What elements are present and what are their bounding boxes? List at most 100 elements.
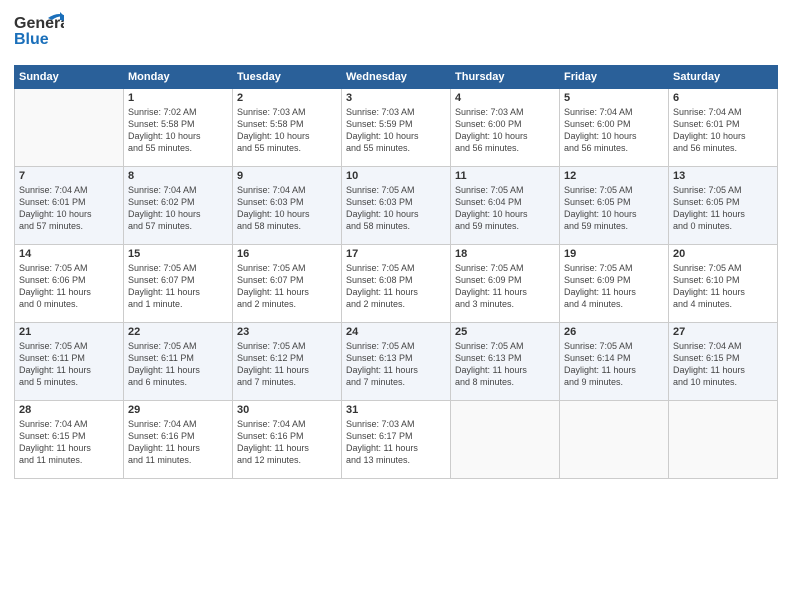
day-number: 30 bbox=[237, 404, 337, 416]
day-info: Sunrise: 7:04 AM Sunset: 6:03 PM Dayligh… bbox=[237, 184, 337, 233]
calendar-cell bbox=[560, 401, 669, 479]
calendar-cell bbox=[15, 89, 124, 167]
day-number: 23 bbox=[237, 326, 337, 338]
calendar-cell: 27 Sunrise: 7:04 AM Sunset: 6:15 PM Dayli… bbox=[669, 323, 778, 401]
day-info: Sunrise: 7:05 AM Sunset: 6:10 PM Dayligh… bbox=[673, 262, 773, 311]
day-info: Sunrise: 7:04 AM Sunset: 6:00 PM Dayligh… bbox=[564, 106, 664, 155]
calendar-cell bbox=[669, 401, 778, 479]
day-number: 27 bbox=[673, 326, 773, 338]
day-info: Sunrise: 7:05 AM Sunset: 6:03 PM Dayligh… bbox=[346, 184, 446, 233]
day-info: Sunrise: 7:05 AM Sunset: 6:13 PM Dayligh… bbox=[455, 340, 555, 389]
calendar-cell: 1Sunrise: 7:02 AM Sunset: 5:58 PM Daylig… bbox=[124, 89, 233, 167]
day-number: 21 bbox=[19, 326, 119, 338]
col-header-wednesday: Wednesday bbox=[342, 66, 451, 89]
day-info: Sunrise: 7:05 AM Sunset: 6:09 PM Dayligh… bbox=[455, 262, 555, 311]
calendar-header: SundayMondayTuesdayWednesdayThursdayFrid… bbox=[15, 66, 778, 89]
day-number: 28 bbox=[19, 404, 119, 416]
week-row-4: 21 Sunrise: 7:05 AM Sunset: 6:11 PM Dayli… bbox=[15, 323, 778, 401]
day-number: 10 bbox=[346, 170, 446, 182]
calendar-cell: 20 Sunrise: 7:05 AM Sunset: 6:10 PM Dayli… bbox=[669, 245, 778, 323]
col-header-thursday: Thursday bbox=[451, 66, 560, 89]
calendar-cell: 3Sunrise: 7:03 AM Sunset: 5:59 PM Daylig… bbox=[342, 89, 451, 167]
calendar-cell: 24 Sunrise: 7:05 AM Sunset: 6:13 PM Dayli… bbox=[342, 323, 451, 401]
day-number: 8 bbox=[128, 170, 228, 182]
day-number: 9 bbox=[237, 170, 337, 182]
day-info: Sunrise: 7:04 AM Sunset: 6:16 PM Dayligh… bbox=[128, 418, 228, 467]
day-info: Sunrise: 7:03 AM Sunset: 6:17 PM Dayligh… bbox=[346, 418, 446, 467]
col-header-monday: Monday bbox=[124, 66, 233, 89]
day-number: 16 bbox=[237, 248, 337, 260]
calendar-cell: 19Sunrise: 7:05 AM Sunset: 6:09 PM Dayli… bbox=[560, 245, 669, 323]
day-number: 13 bbox=[673, 170, 773, 182]
svg-text:Blue: Blue bbox=[14, 31, 49, 48]
day-number: 2 bbox=[237, 92, 337, 104]
day-info: Sunrise: 7:05 AM Sunset: 6:06 PM Dayligh… bbox=[19, 262, 119, 311]
calendar-cell: 2Sunrise: 7:03 AM Sunset: 5:58 PM Daylig… bbox=[233, 89, 342, 167]
logo-icon: General Blue bbox=[14, 10, 64, 52]
calendar-cell: 17 Sunrise: 7:05 AM Sunset: 6:08 PM Dayli… bbox=[342, 245, 451, 323]
day-number: 25 bbox=[455, 326, 555, 338]
calendar-cell: 7Sunrise: 7:04 AM Sunset: 6:01 PM Daylig… bbox=[15, 167, 124, 245]
day-number: 19 bbox=[564, 248, 664, 260]
day-info: Sunrise: 7:05 AM Sunset: 6:14 PM Dayligh… bbox=[564, 340, 664, 389]
header: General Blue bbox=[14, 10, 778, 57]
day-number: 29 bbox=[128, 404, 228, 416]
day-info: Sunrise: 7:05 AM Sunset: 6:08 PM Dayligh… bbox=[346, 262, 446, 311]
day-number: 18 bbox=[455, 248, 555, 260]
day-info: Sunrise: 7:05 AM Sunset: 6:13 PM Dayligh… bbox=[346, 340, 446, 389]
day-info: Sunrise: 7:03 AM Sunset: 5:59 PM Dayligh… bbox=[346, 106, 446, 155]
day-number: 31 bbox=[346, 404, 446, 416]
day-number: 6 bbox=[673, 92, 773, 104]
day-number: 11 bbox=[455, 170, 555, 182]
calendar-cell: 16 Sunrise: 7:05 AM Sunset: 6:07 PM Dayli… bbox=[233, 245, 342, 323]
day-info: Sunrise: 7:05 AM Sunset: 6:12 PM Dayligh… bbox=[237, 340, 337, 389]
calendar-cell: 25 Sunrise: 7:05 AM Sunset: 6:13 PM Dayli… bbox=[451, 323, 560, 401]
calendar-cell: 5Sunrise: 7:04 AM Sunset: 6:00 PM Daylig… bbox=[560, 89, 669, 167]
day-info: Sunrise: 7:04 AM Sunset: 6:15 PM Dayligh… bbox=[673, 340, 773, 389]
week-row-5: 28Sunrise: 7:04 AM Sunset: 6:15 PM Dayli… bbox=[15, 401, 778, 479]
calendar-cell: 23 Sunrise: 7:05 AM Sunset: 6:12 PM Dayli… bbox=[233, 323, 342, 401]
calendar-cell: 9 Sunrise: 7:04 AM Sunset: 6:03 PM Daylig… bbox=[233, 167, 342, 245]
day-number: 24 bbox=[346, 326, 446, 338]
day-number: 15 bbox=[128, 248, 228, 260]
calendar-cell: 8 Sunrise: 7:04 AM Sunset: 6:02 PM Daylig… bbox=[124, 167, 233, 245]
day-info: Sunrise: 7:05 AM Sunset: 6:07 PM Dayligh… bbox=[128, 262, 228, 311]
col-header-sunday: Sunday bbox=[15, 66, 124, 89]
calendar-cell: 29 Sunrise: 7:04 AM Sunset: 6:16 PM Dayli… bbox=[124, 401, 233, 479]
day-info: Sunrise: 7:05 AM Sunset: 6:11 PM Dayligh… bbox=[19, 340, 119, 389]
calendar-cell: 28Sunrise: 7:04 AM Sunset: 6:15 PM Dayli… bbox=[15, 401, 124, 479]
week-row-3: 14 Sunrise: 7:05 AM Sunset: 6:06 PM Dayli… bbox=[15, 245, 778, 323]
day-info: Sunrise: 7:05 AM Sunset: 6:11 PM Dayligh… bbox=[128, 340, 228, 389]
calendar-body: 1Sunrise: 7:02 AM Sunset: 5:58 PM Daylig… bbox=[15, 89, 778, 479]
week-row-1: 1Sunrise: 7:02 AM Sunset: 5:58 PM Daylig… bbox=[15, 89, 778, 167]
day-info: Sunrise: 7:05 AM Sunset: 6:07 PM Dayligh… bbox=[237, 262, 337, 311]
day-number: 12 bbox=[564, 170, 664, 182]
calendar-cell: 15 Sunrise: 7:05 AM Sunset: 6:07 PM Dayli… bbox=[124, 245, 233, 323]
header-row: SundayMondayTuesdayWednesdayThursdayFrid… bbox=[15, 66, 778, 89]
col-header-saturday: Saturday bbox=[669, 66, 778, 89]
day-info: Sunrise: 7:04 AM Sunset: 6:16 PM Dayligh… bbox=[237, 418, 337, 467]
day-info: Sunrise: 7:02 AM Sunset: 5:58 PM Dayligh… bbox=[128, 106, 228, 155]
day-info: Sunrise: 7:04 AM Sunset: 6:02 PM Dayligh… bbox=[128, 184, 228, 233]
calendar-table: SundayMondayTuesdayWednesdayThursdayFrid… bbox=[14, 65, 778, 479]
calendar-cell: 6 Sunrise: 7:04 AM Sunset: 6:01 PM Daylig… bbox=[669, 89, 778, 167]
day-info: Sunrise: 7:05 AM Sunset: 6:05 PM Dayligh… bbox=[564, 184, 664, 233]
calendar-cell: 18 Sunrise: 7:05 AM Sunset: 6:09 PM Dayli… bbox=[451, 245, 560, 323]
day-number: 17 bbox=[346, 248, 446, 260]
logo: General Blue bbox=[14, 10, 64, 57]
day-number: 20 bbox=[673, 248, 773, 260]
calendar-cell: 31 Sunrise: 7:03 AM Sunset: 6:17 PM Dayli… bbox=[342, 401, 451, 479]
calendar-cell: 22 Sunrise: 7:05 AM Sunset: 6:11 PM Dayli… bbox=[124, 323, 233, 401]
calendar-cell: 26Sunrise: 7:05 AM Sunset: 6:14 PM Dayli… bbox=[560, 323, 669, 401]
day-number: 22 bbox=[128, 326, 228, 338]
calendar-cell: 30 Sunrise: 7:04 AM Sunset: 6:16 PM Dayli… bbox=[233, 401, 342, 479]
week-row-2: 7Sunrise: 7:04 AM Sunset: 6:01 PM Daylig… bbox=[15, 167, 778, 245]
day-info: Sunrise: 7:03 AM Sunset: 6:00 PM Dayligh… bbox=[455, 106, 555, 155]
col-header-friday: Friday bbox=[560, 66, 669, 89]
day-info: Sunrise: 7:04 AM Sunset: 6:01 PM Dayligh… bbox=[673, 106, 773, 155]
calendar-cell bbox=[451, 401, 560, 479]
calendar-cell: 13Sunrise: 7:05 AM Sunset: 6:05 PM Dayli… bbox=[669, 167, 778, 245]
day-number: 14 bbox=[19, 248, 119, 260]
calendar-cell: 12 Sunrise: 7:05 AM Sunset: 6:05 PM Dayli… bbox=[560, 167, 669, 245]
calendar-container: General Blue SundayMondayTuesdayWednesda… bbox=[0, 0, 792, 487]
